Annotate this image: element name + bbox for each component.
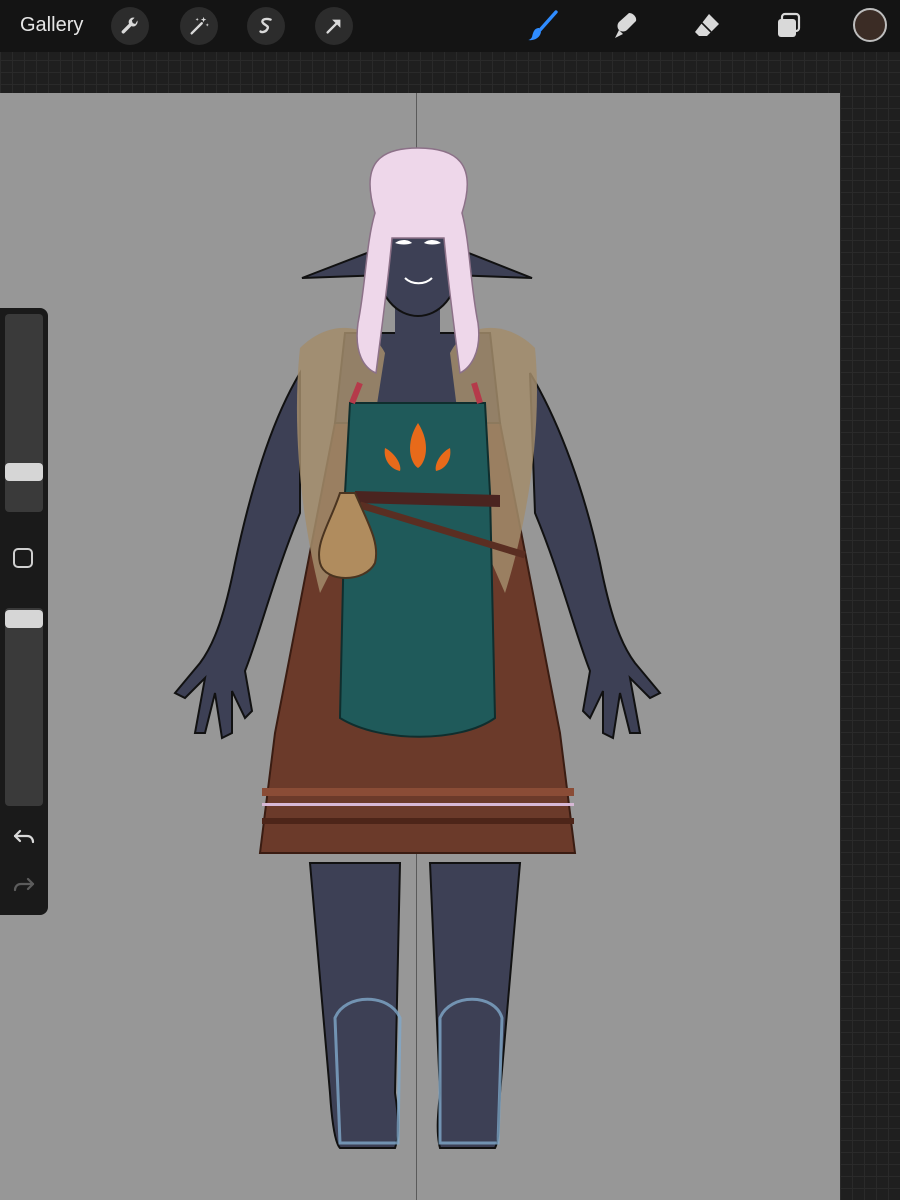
transform-button[interactable] xyxy=(315,7,353,45)
brush-size-thumb[interactable] xyxy=(5,463,43,481)
selection-button[interactable] xyxy=(247,7,285,45)
brush-icon xyxy=(528,10,558,41)
top-toolbar: Gallery xyxy=(0,0,900,52)
layers-icon xyxy=(778,12,801,37)
eraser-icon xyxy=(695,14,719,36)
sidebar xyxy=(0,308,48,915)
undo-icon xyxy=(13,829,35,844)
redo-button[interactable] xyxy=(10,871,38,899)
transform-arrow-icon xyxy=(326,19,341,34)
magic-wand-icon xyxy=(190,16,209,35)
opacity-thumb[interactable] xyxy=(5,610,43,628)
opacity-slider[interactable] xyxy=(5,608,43,806)
drawing-canvas[interactable] xyxy=(0,93,840,1200)
color-picker-button[interactable] xyxy=(853,8,887,42)
smudge-icon xyxy=(615,13,637,38)
selection-icon xyxy=(259,17,272,34)
redo-icon xyxy=(13,877,35,892)
modify-button[interactable] xyxy=(13,548,33,568)
layers-button[interactable] xyxy=(771,8,807,44)
gallery-button[interactable]: Gallery xyxy=(20,14,83,37)
brush-button[interactable] xyxy=(525,8,561,44)
adjustments-button[interactable] xyxy=(180,7,218,45)
undo-button[interactable] xyxy=(10,823,38,851)
actions-button[interactable] xyxy=(111,7,149,45)
smudge-button[interactable] xyxy=(607,8,643,44)
wrench-icon xyxy=(121,17,138,34)
character-illustration xyxy=(173,147,662,1149)
brush-size-slider[interactable] xyxy=(5,314,43,512)
eraser-button[interactable] xyxy=(689,8,725,44)
